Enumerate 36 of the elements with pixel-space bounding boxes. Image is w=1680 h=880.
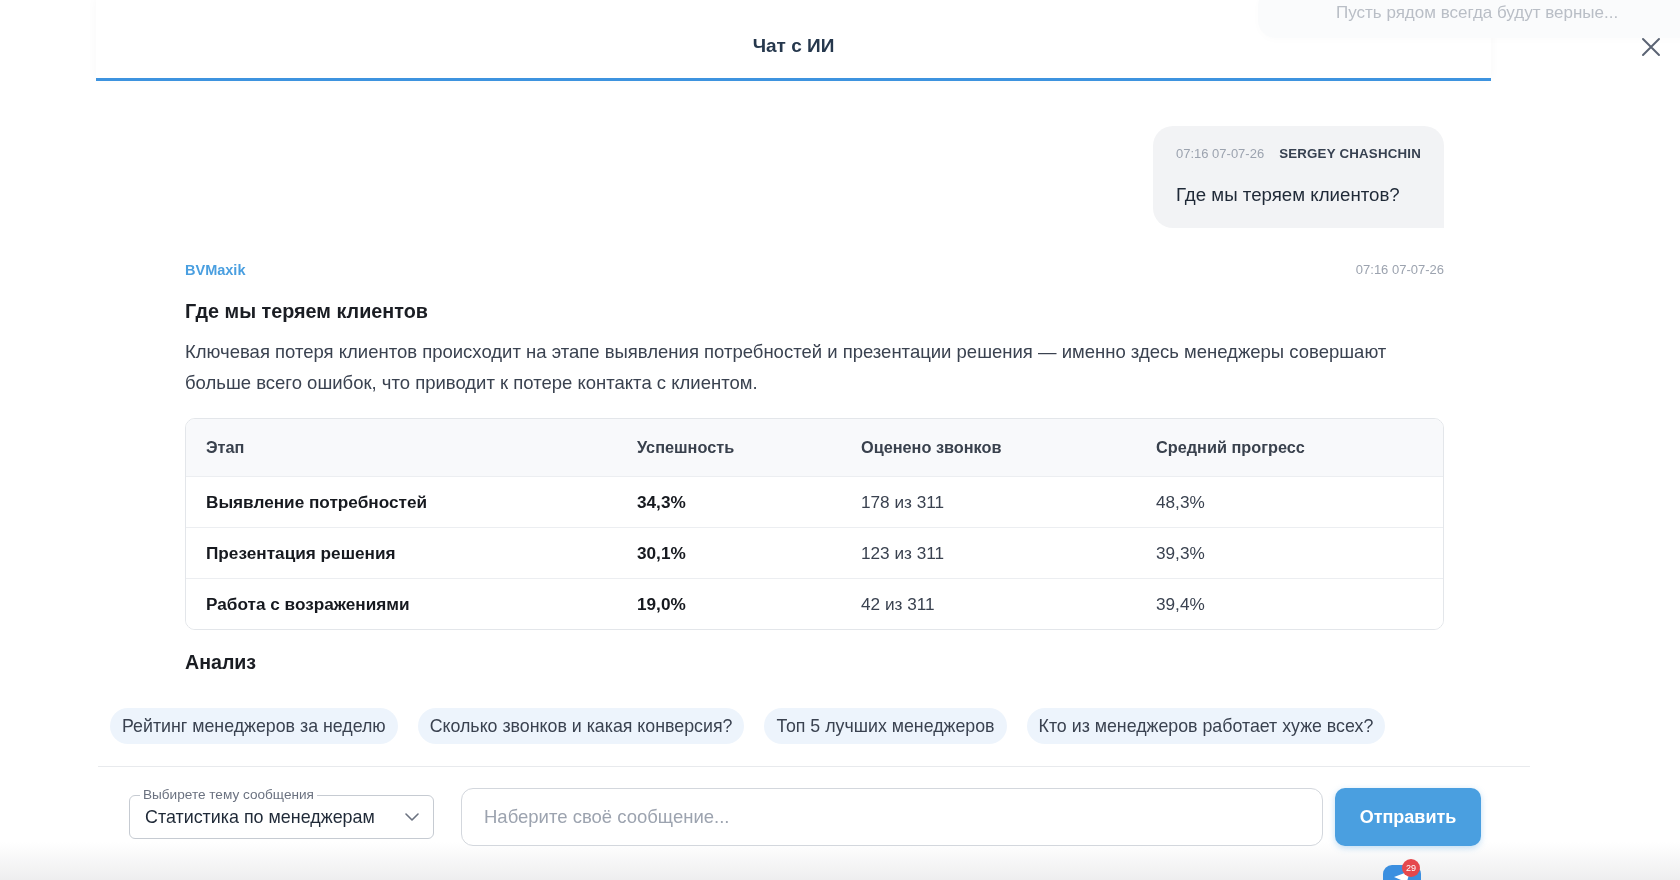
table-cell-text: Презентация решения [205, 542, 397, 564]
message-input[interactable]: Наберите своё сообщение... [461, 788, 1323, 846]
column-header: Успешность [636, 438, 736, 457]
suggestion-chip[interactable]: Рейтинг менеджеров за неделю [110, 708, 398, 744]
message-heading: Где мы теряем клиентов [185, 300, 429, 322]
chat-title: Чат с ИИ [752, 35, 835, 57]
notification-text: Пусть рядом всегда будут верные... [1336, 3, 1619, 23]
table-cell-text: 123 из 311 [860, 542, 946, 564]
table-cell-text: 42 из 311 [860, 593, 936, 615]
table-cell-text: Выявление потребностей [205, 491, 429, 513]
topic-label: Выбирете тему сообщения [140, 787, 317, 802]
count-badge: 29 [1402, 859, 1420, 877]
table-cell-text: Работа с возражениями [205, 593, 411, 615]
suggestion-chip[interactable]: Сколько звонков и какая конверсия? [417, 708, 745, 744]
message-text: Где мы теряем клиентов? [1175, 184, 1401, 206]
section-heading: Анализ [185, 651, 258, 673]
table-cell-text: 30,1% [636, 542, 687, 564]
message-time: 07:16 07-07-26 [1355, 262, 1444, 278]
message-text: Ключевая потеря клиентов происходит на этапе выявления потребностей и презентации решения — именно здесь менеджеры совершают больше всего ошибок, что приводит к потере контакта с клиентом. [185, 340, 1388, 395]
table-cell-text: 178 из 311 [860, 491, 946, 513]
sender-name: BVMaxik [185, 262, 246, 278]
table-cell-text: 39,3% [1155, 542, 1206, 564]
message-time: 07:16 07-07-26 [1175, 146, 1265, 162]
column-header: Средний прогресс [1155, 438, 1306, 457]
table-cell-text: 19,0% [636, 593, 687, 615]
column-header: Этап [205, 438, 246, 457]
close-icon [1641, 37, 1661, 57]
table-cell-text: 48,3% [1155, 491, 1206, 513]
table-cell-text: 39,4% [1155, 593, 1206, 615]
table-cell-text: 34,3% [636, 491, 687, 513]
column-header: Оценено звонков [860, 438, 1003, 457]
chevron-down-icon [405, 813, 419, 821]
suggestion-chip[interactable]: Кто из менеджеров работает хуже всех? [1026, 708, 1386, 744]
suggestion-chip[interactable]: Топ 5 лучших менеджеров [764, 708, 1007, 744]
sender-name: SERGEY CHASHCHIN [1279, 146, 1421, 162]
close-button[interactable] [1641, 37, 1661, 57]
